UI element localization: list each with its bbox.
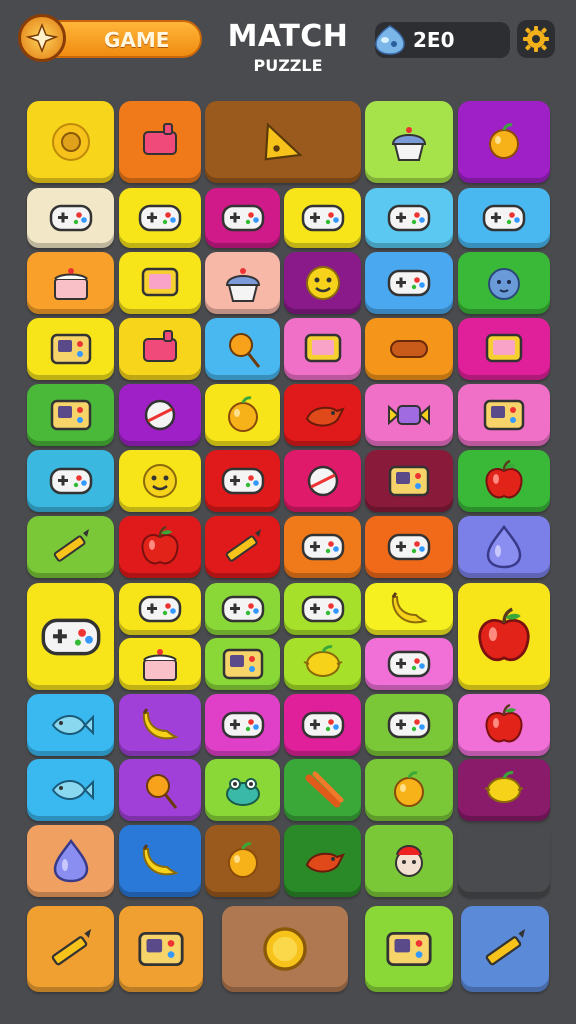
coin-icon: [263, 927, 307, 971]
pencil-button[interactable]: [27, 906, 114, 992]
console-icon: [386, 931, 432, 967]
screen-button[interactable]: [365, 906, 453, 992]
pencil-icon: [51, 928, 91, 966]
tool-button[interactable]: [461, 906, 549, 992]
coin-button[interactable]: [222, 906, 348, 992]
treasure-button[interactable]: [119, 906, 203, 992]
bottom-toolbar: [0, 0, 576, 1024]
pencil-icon: [485, 928, 526, 966]
console-icon: [138, 931, 184, 967]
